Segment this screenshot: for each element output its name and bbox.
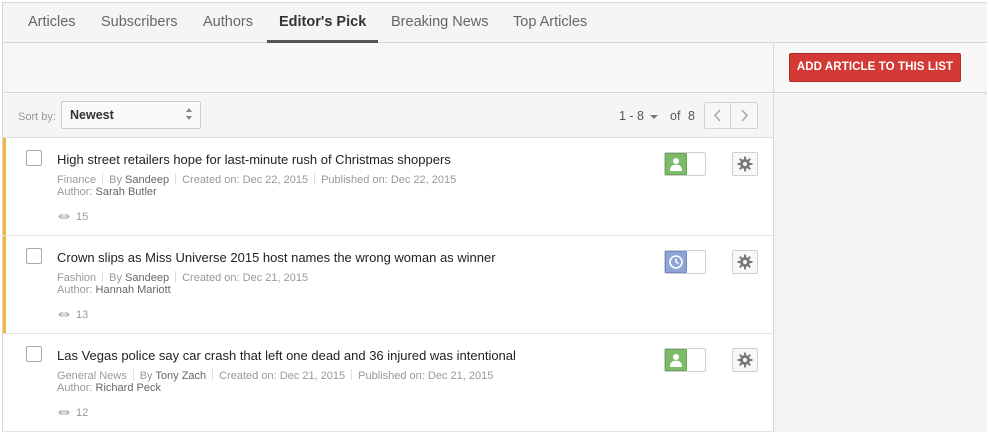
- article-category: General News: [57, 370, 127, 382]
- article-by: Tony Zach: [155, 370, 207, 382]
- article-category: Fashion: [57, 272, 97, 284]
- article-created: Dec 22, 2015: [242, 174, 309, 186]
- article-views: 13: [57, 309, 88, 321]
- user-icon: [670, 354, 682, 367]
- author-label: Author:: [57, 284, 93, 296]
- view-count: 12: [76, 407, 89, 419]
- pager-range-dropdown[interactable]: 1 - 8: [619, 109, 659, 123]
- caret-down-icon: [650, 114, 659, 119]
- sort-selected-value: Newest: [70, 108, 114, 122]
- article-created: Dec 21, 2015: [279, 370, 346, 382]
- chevron-right-icon: [741, 109, 749, 122]
- article-author-line: Author: Richard Peck: [57, 382, 161, 394]
- gear-icon: [737, 254, 753, 270]
- tab-authors[interactable]: Authors: [191, 3, 265, 43]
- tab-breaking-news[interactable]: Breaking News: [379, 3, 501, 43]
- toolbar: ADD ARTICLE TO THIS LIST: [3, 43, 987, 93]
- row-accent-bar: [3, 236, 6, 333]
- tab-articles[interactable]: Articles: [16, 3, 88, 43]
- article-author: Richard Peck: [95, 382, 161, 394]
- view-count: 13: [76, 309, 89, 321]
- view-count: 15: [76, 211, 89, 223]
- article-views: 15: [57, 211, 88, 223]
- app-frame: Articles Subscribers Authors Editor's Pi…: [2, 2, 987, 432]
- article-author: Sarah Butler: [95, 186, 157, 198]
- created-label: Created on:: [219, 370, 277, 382]
- created-label: Created on:: [182, 272, 240, 284]
- by-label: By: [139, 370, 153, 382]
- sort-bar: Sort by: Newest 1 - 8 of 8: [3, 94, 773, 138]
- article-meta: General News By Tony Zach Created on: Dec …: [57, 369, 493, 382]
- article-created: Dec 21, 2015: [242, 272, 309, 284]
- row-checkbox[interactable]: [26, 150, 42, 166]
- article-published: Dec 21, 2015: [427, 370, 494, 382]
- pager-of-label: of: [670, 109, 681, 123]
- chevron-left-icon: [713, 109, 721, 122]
- side-panel: [773, 94, 987, 432]
- gear-icon: [737, 352, 753, 368]
- article-row: Crown slips as Miss Universe 2015 host n…: [3, 236, 773, 334]
- published-label: Published on:: [321, 174, 388, 186]
- prev-page-button[interactable]: [705, 103, 731, 128]
- sort-select[interactable]: Newest: [61, 101, 201, 129]
- add-article-button[interactable]: ADD ARTICLE TO THIS LIST: [789, 53, 961, 82]
- pager-range-value: 1 - 8: [619, 109, 645, 123]
- article-meta: Finance By Sandeep Created on: Dec 22, 201…: [57, 173, 456, 186]
- eye-icon: [58, 409, 70, 415]
- article-by: Sandeep: [125, 272, 170, 284]
- article-category: Finance: [57, 174, 97, 186]
- row-checkbox[interactable]: [26, 346, 42, 362]
- article-author: Hannah Mariott: [95, 284, 171, 296]
- row-accent-bar: [3, 138, 6, 235]
- article-row: High street retailers hope for last-minu…: [3, 138, 773, 236]
- pager-total: 8: [688, 109, 695, 123]
- author-label: Author:: [57, 186, 93, 198]
- pager-buttons: [704, 102, 758, 129]
- by-label: By: [109, 272, 122, 284]
- user-icon: [670, 158, 682, 171]
- article-author-line: Author: Hannah Mariott: [57, 284, 171, 296]
- tab-subscribers[interactable]: Subscribers: [89, 3, 190, 43]
- published-label: Published on:: [358, 370, 425, 382]
- tab-bar: Articles Subscribers Authors Editor's Pi…: [3, 3, 987, 43]
- gear-icon: [737, 156, 753, 172]
- select-arrows-icon: [186, 108, 194, 122]
- tab-editors-pick[interactable]: Editor's Pick: [267, 3, 379, 43]
- article-meta: Fashion By Sandeep Created on: Dec 21, 201…: [57, 271, 308, 284]
- eye-icon: [58, 213, 70, 219]
- toggle-knob: [665, 153, 687, 175]
- toggle-knob: [665, 349, 687, 371]
- article-title[interactable]: Crown slips as Miss Universe 2015 host n…: [57, 250, 496, 265]
- article-row: Las Vegas police say car crash that left…: [3, 334, 773, 432]
- next-page-button[interactable]: [732, 103, 758, 128]
- by-label: By: [109, 174, 122, 186]
- created-label: Created on:: [182, 174, 240, 186]
- status-toggle[interactable]: [664, 250, 706, 274]
- tab-top-articles[interactable]: Top Articles: [501, 3, 599, 43]
- toggle-knob: [665, 251, 687, 273]
- status-toggle[interactable]: [664, 348, 706, 372]
- toolbar-divider: [773, 43, 774, 93]
- article-views: 12: [57, 407, 88, 419]
- author-label: Author:: [57, 382, 93, 394]
- article-author-line: Author: Sarah Butler: [57, 186, 157, 198]
- settings-button[interactable]: [732, 348, 758, 372]
- article-by: Sandeep: [125, 174, 170, 186]
- article-published: Dec 22, 2015: [390, 174, 457, 186]
- sort-label: Sort by:: [18, 111, 56, 123]
- status-toggle[interactable]: [664, 152, 706, 176]
- eye-icon: [58, 311, 70, 317]
- article-title[interactable]: High street retailers hope for last-minu…: [57, 152, 451, 167]
- row-checkbox[interactable]: [26, 248, 42, 264]
- settings-button[interactable]: [732, 152, 758, 176]
- article-title[interactable]: Las Vegas police say car crash that left…: [57, 348, 516, 363]
- settings-button[interactable]: [732, 250, 758, 274]
- clock-icon: [669, 255, 683, 269]
